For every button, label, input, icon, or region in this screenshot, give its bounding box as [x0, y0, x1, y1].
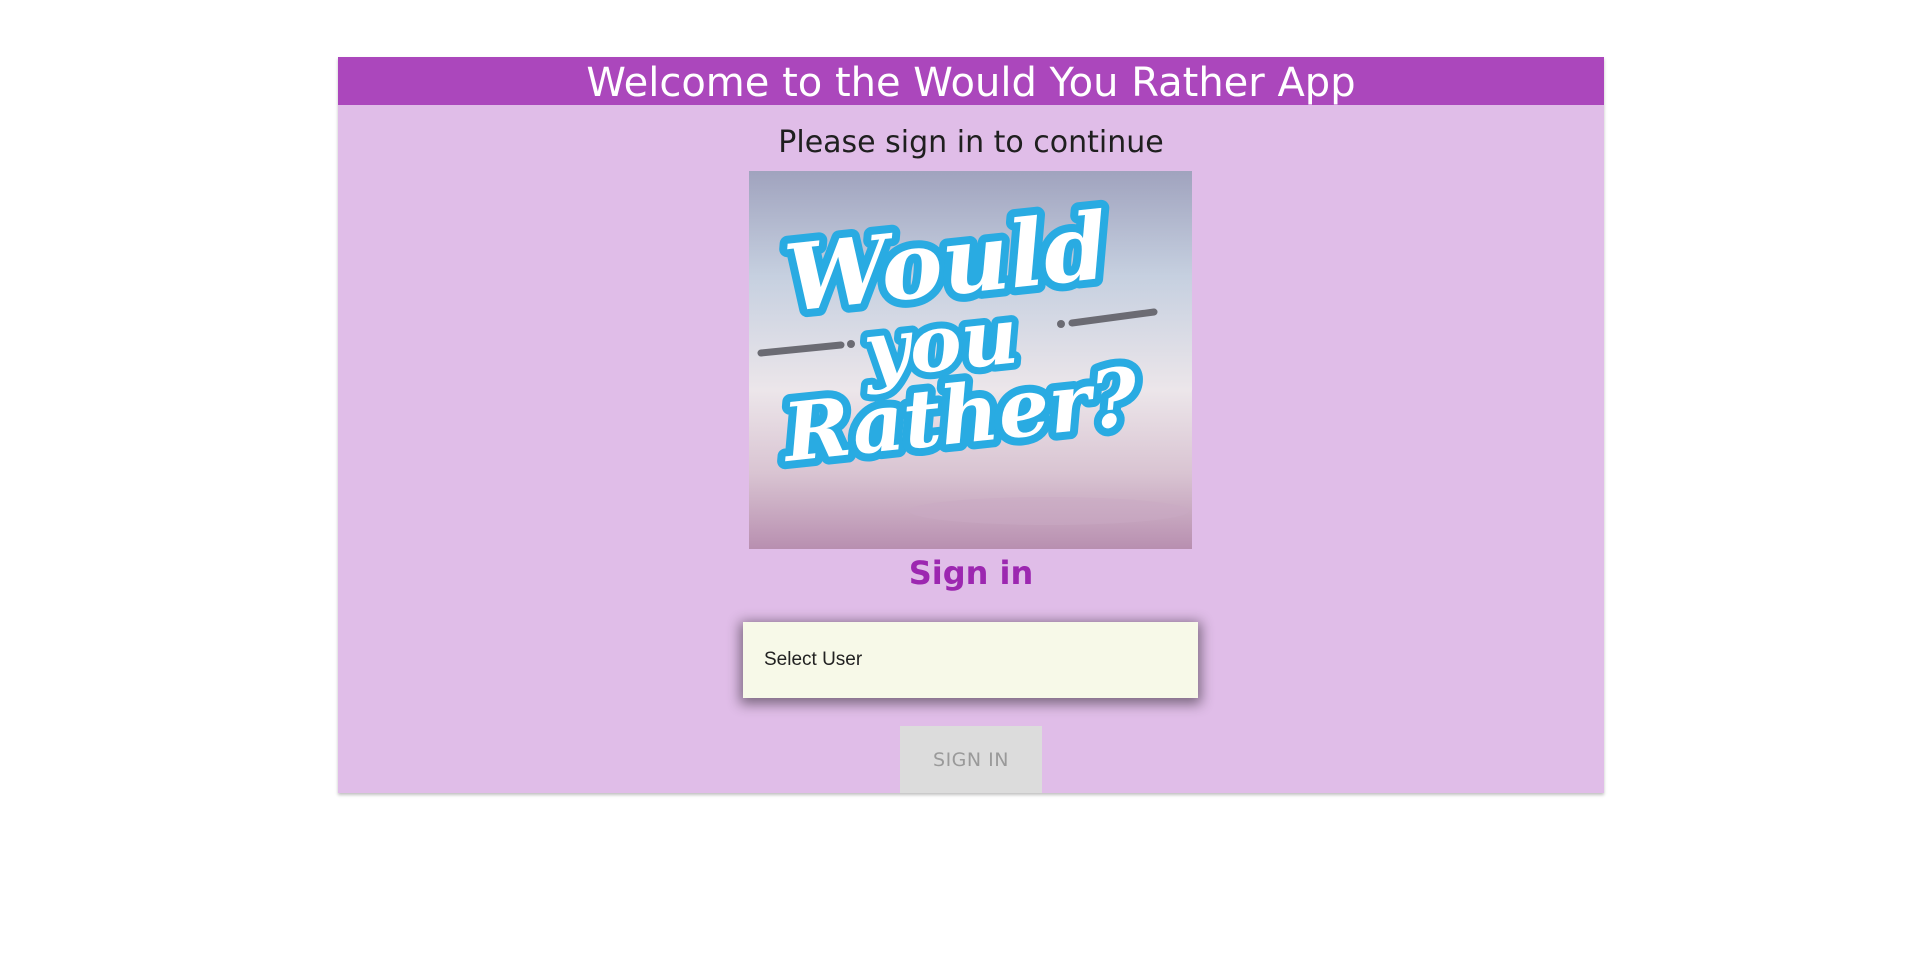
user-select-placeholder: Select User	[764, 649, 863, 670]
signin-prompt: Please sign in to continue	[778, 125, 1164, 160]
signin-button[interactable]: SIGN IN	[900, 726, 1042, 793]
user-select[interactable]: Select User	[743, 622, 1198, 698]
would-you-rather-logo: Would you Rather?	[749, 171, 1192, 549]
app-header: Welcome to the Would You Rather App	[338, 57, 1604, 106]
app-title: Welcome to the Would You Rather App	[586, 60, 1356, 106]
signin-heading: Sign in	[908, 554, 1034, 592]
login-card: Welcome to the Would You Rather App Plea…	[338, 57, 1604, 793]
